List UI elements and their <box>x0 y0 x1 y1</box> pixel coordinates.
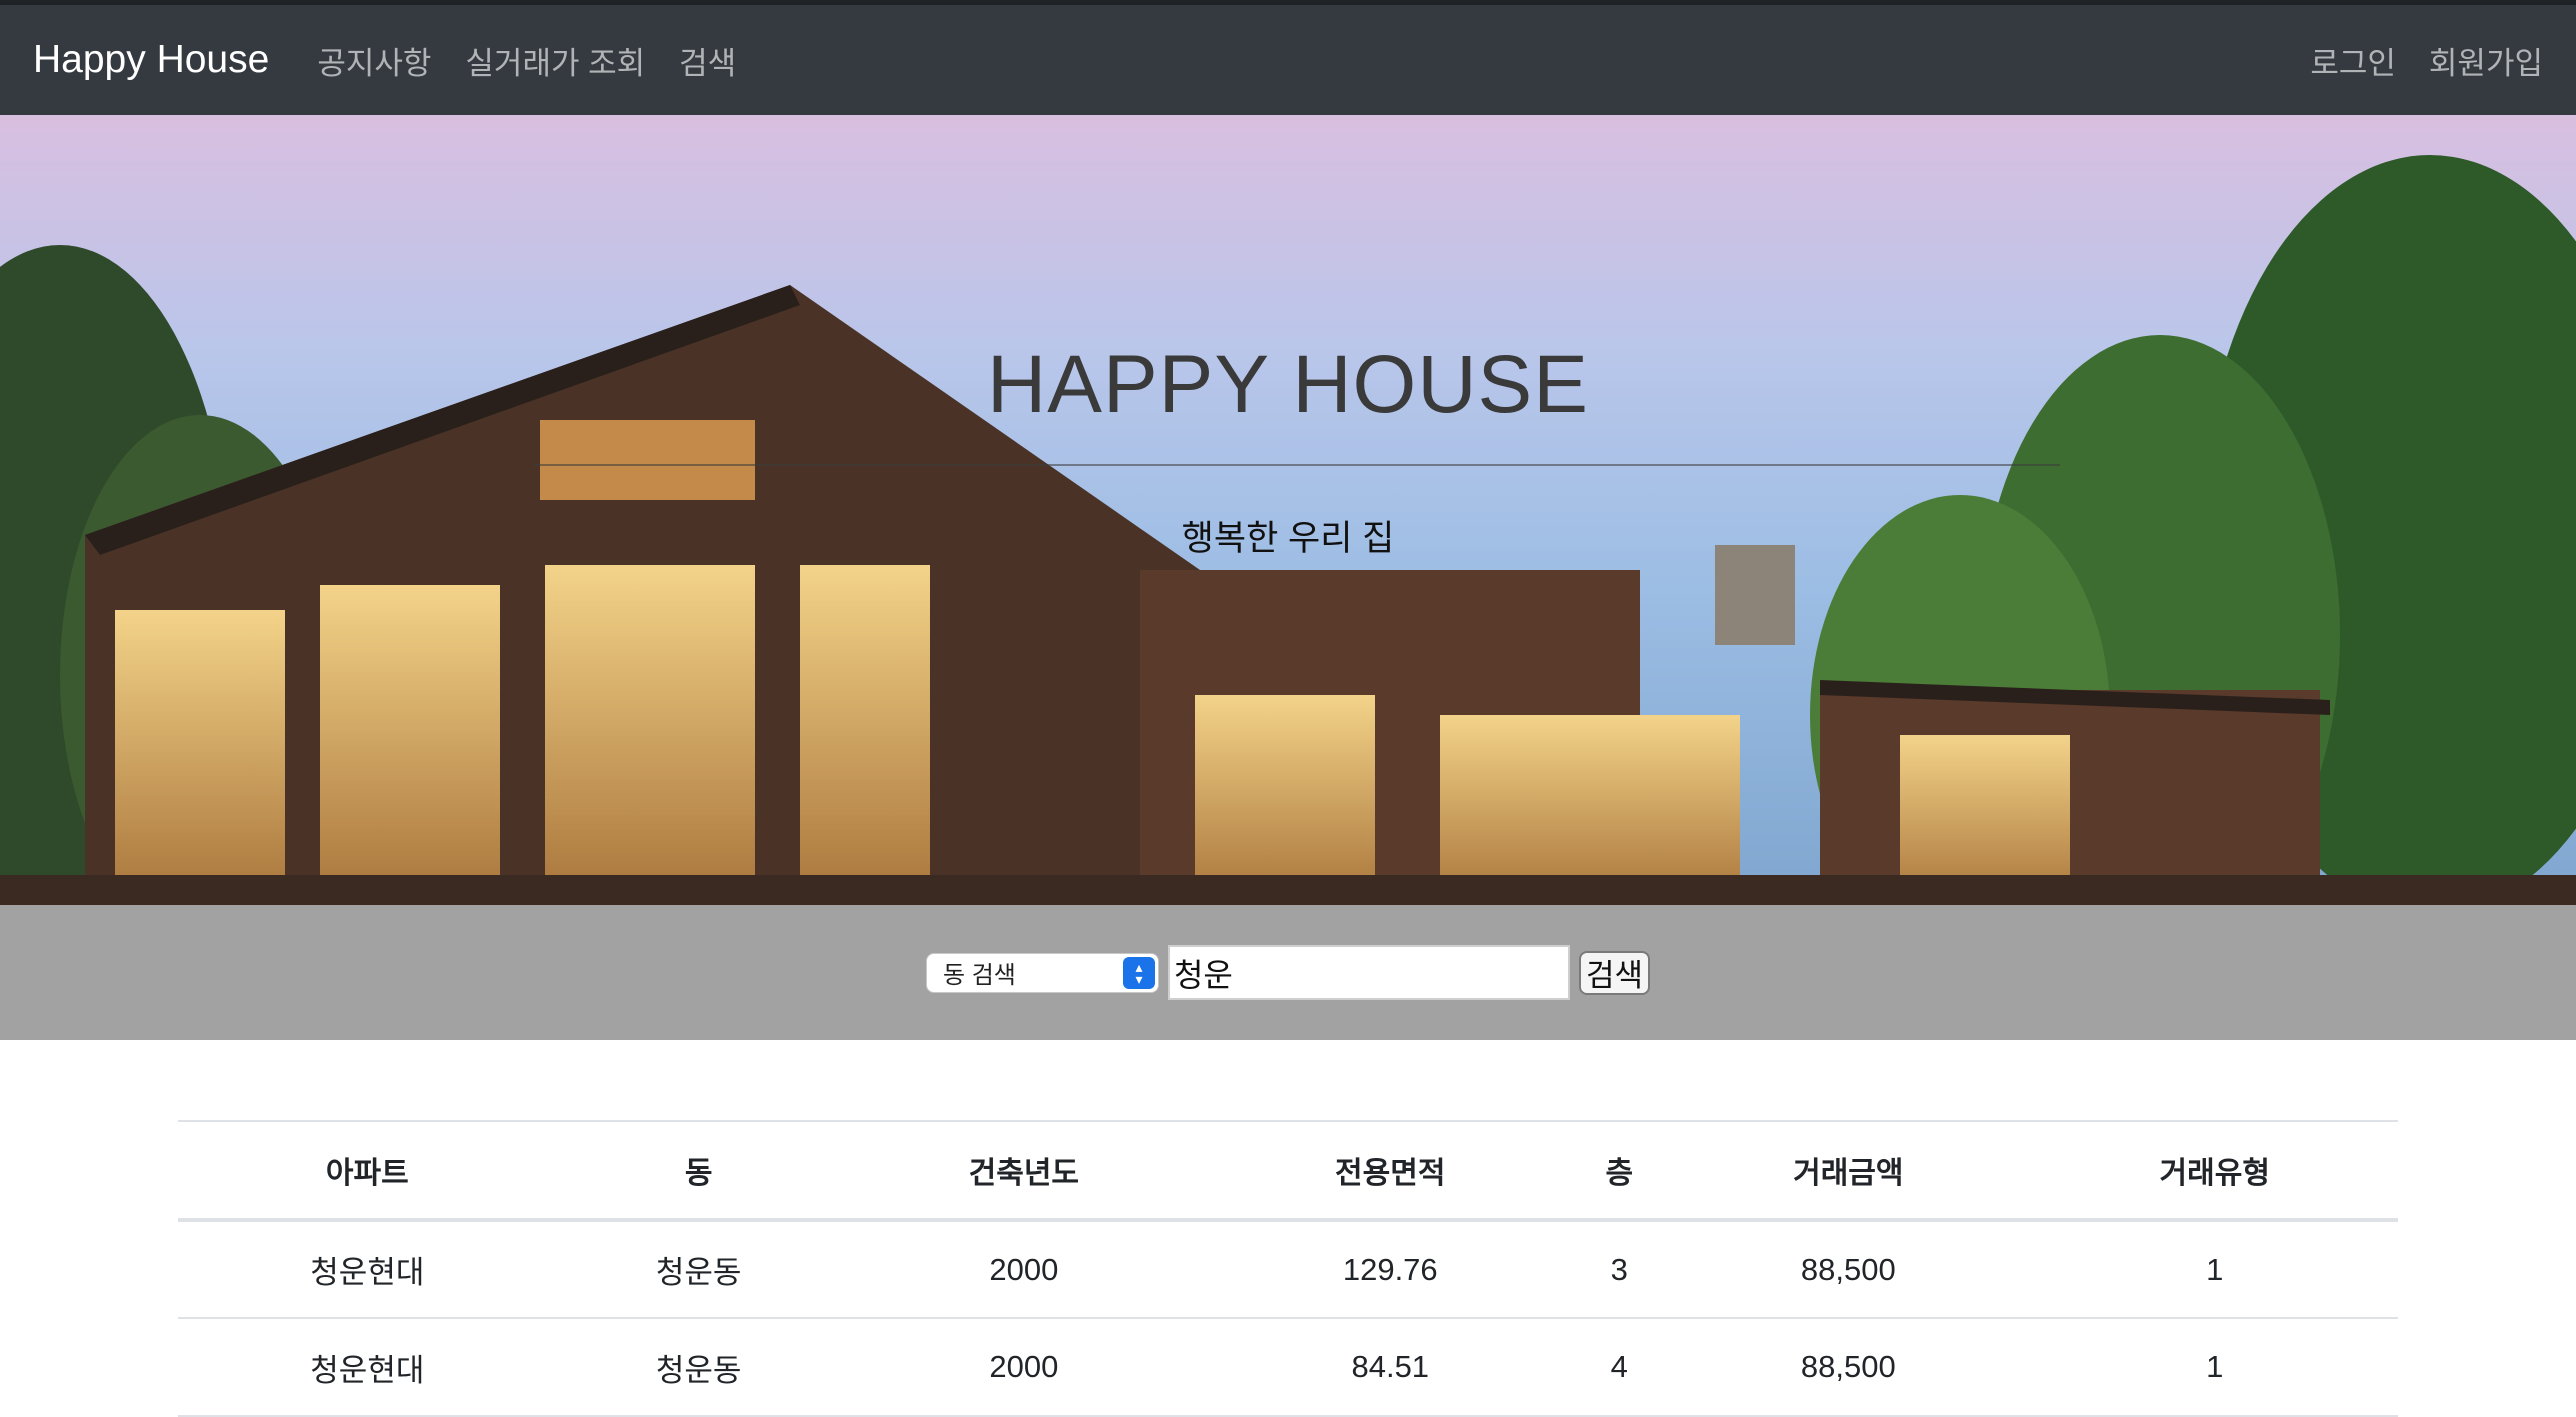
nav-link-signup[interactable]: 회원가입 <box>2429 38 2543 83</box>
header-dong: 동 <box>556 1120 841 1222</box>
cell-price: 88,500 <box>1665 1318 2032 1417</box>
cell-floor: 4 <box>1573 1318 1666 1417</box>
header-apartment: 아파트 <box>178 1120 557 1222</box>
table-row[interactable]: 청운현대 청운동 2000 129.76 3 88,500 1 <box>178 1220 2398 1319</box>
cell-area: 84.51 <box>1207 1318 1574 1417</box>
nav-link-real-price[interactable]: 실거래가 조회 <box>465 38 645 83</box>
hero-subtitle: 행복한 우리 집 <box>1181 519 1395 558</box>
brand-logo-link[interactable]: Happy House <box>33 38 269 82</box>
cell-apartment: 청운현대 <box>178 1318 557 1417</box>
table-header-row: 아파트 동 건축년도 전용면적 층 거래금액 거래유형 <box>178 1120 2398 1222</box>
cell-build-year: 2000 <box>840 1220 1208 1319</box>
deal-table-container: 아파트 동 건축년도 전용면적 층 거래금액 거래유형 청운현대 청운동 200… <box>178 1120 2398 1417</box>
search-input[interactable]: 청운 <box>1167 945 1570 1000</box>
hero-banner: HAPPY HOUSE 행복한 우리 집 <box>0 115 2576 905</box>
nav-link-search[interactable]: 검색 <box>679 38 736 83</box>
cell-apartment: 청운현대 <box>178 1220 557 1319</box>
nav-auth-links: 로그인 회원가입 <box>2277 38 2543 83</box>
search-bar: 동 검색 ▴ ▾ 청운 검색 <box>0 905 2576 1040</box>
search-type-select[interactable]: 동 검색 ▴ ▾ <box>925 952 1159 993</box>
header-area: 전용면적 <box>1207 1120 1574 1222</box>
nav-links: 공지사항 실거래가 조회 검색 <box>317 38 770 83</box>
nav-link-login[interactable]: 로그인 <box>2310 38 2396 83</box>
hero-title: HAPPY HOUSE <box>987 339 1589 430</box>
hero-divider <box>533 464 2060 466</box>
cell-dong: 청운동 <box>556 1318 841 1417</box>
nav-link-notice[interactable]: 공지사항 <box>317 38 431 83</box>
cell-dong: 청운동 <box>556 1220 841 1319</box>
deal-table: 아파트 동 건축년도 전용면적 층 거래금액 거래유형 청운현대 청운동 200… <box>178 1120 2398 1417</box>
table-row[interactable]: 청운현대 청운동 2000 84.51 4 88,500 1 <box>178 1318 2398 1417</box>
header-deal-type: 거래유형 <box>2031 1120 2398 1222</box>
cell-build-year: 2000 <box>840 1318 1208 1417</box>
header-price: 거래금액 <box>1665 1120 2032 1222</box>
header-floor: 층 <box>1573 1120 1666 1222</box>
top-navbar: Happy House 공지사항 실거래가 조회 검색 로그인 회원가입 <box>0 0 2576 115</box>
cell-floor: 3 <box>1573 1220 1666 1319</box>
search-button[interactable]: 검색 <box>1578 950 1651 995</box>
select-updown-icon: ▴ ▾ <box>1122 956 1155 989</box>
search-type-value: 동 검색 <box>942 962 1016 989</box>
cell-deal-type: 1 <box>2031 1220 2398 1319</box>
hero-content: HAPPY HOUSE 행복한 우리 집 <box>0 115 2576 905</box>
cell-price: 88,500 <box>1665 1220 2032 1319</box>
header-build-year: 건축년도 <box>840 1120 1208 1222</box>
cell-area: 129.76 <box>1207 1220 1574 1319</box>
cell-deal-type: 1 <box>2031 1318 2398 1417</box>
